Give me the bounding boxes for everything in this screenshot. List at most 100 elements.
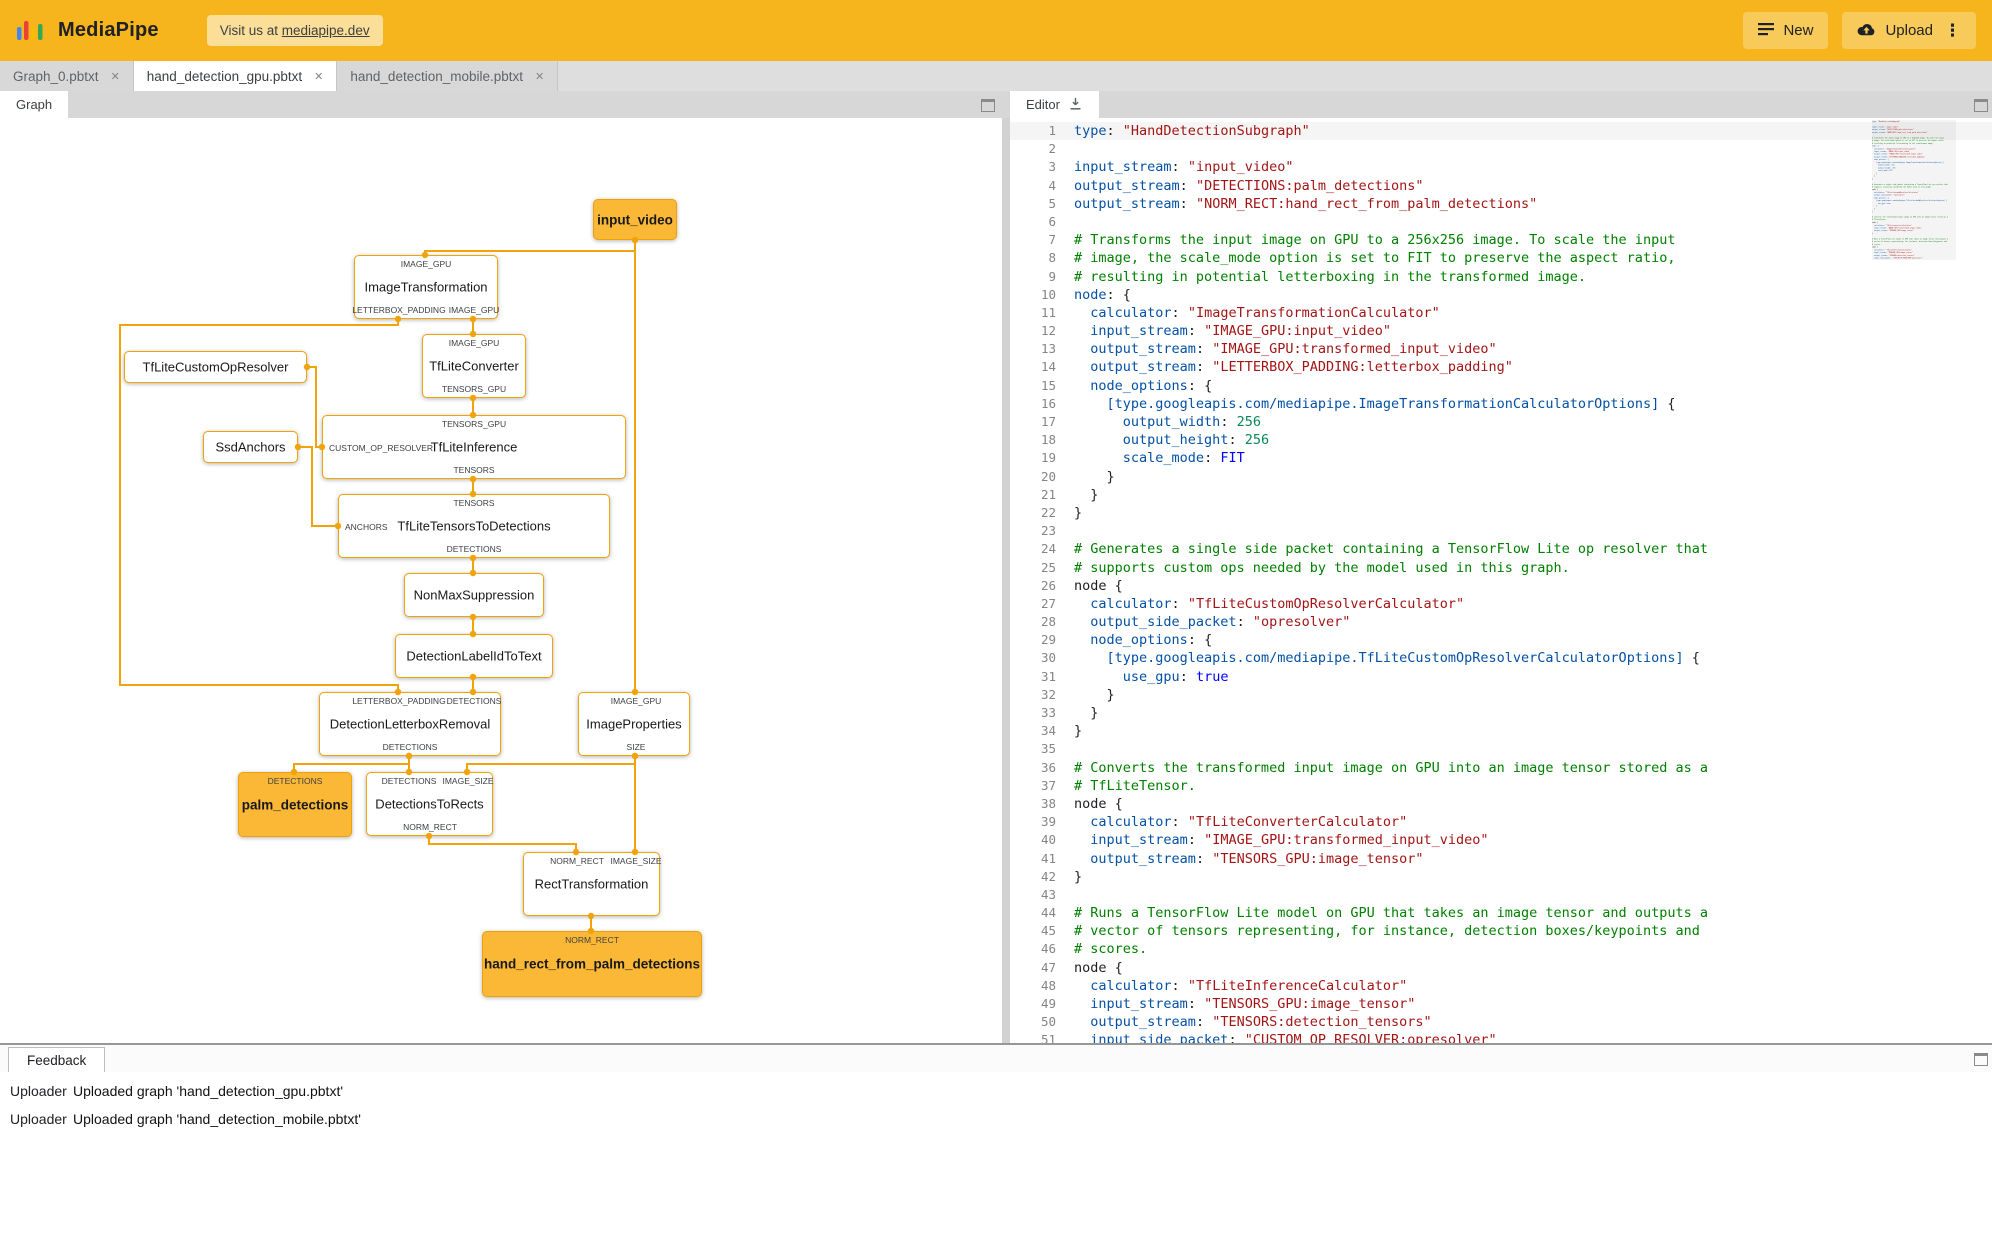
upload-menu-kebab-icon[interactable]: ⋮ <box>1944 22 1961 39</box>
graph-node-RectTransformation[interactable]: RectTransformation NORM_RECT IMAGE_SIZE <box>523 852 662 916</box>
code-line-text[interactable]: output_stream: "TENSORS_GPU:image_tensor… <box>1056 850 1423 868</box>
feedback-expand-icon[interactable] <box>1974 1053 1988 1066</box>
close-tab-icon[interactable]: ✕ <box>111 70 120 83</box>
graph-node-ImageProperties[interactable]: ImageProperties IMAGE_GPU SIZE <box>578 692 690 756</box>
code-row[interactable]: 49 input_stream: "TENSORS_GPU:image_tens… <box>1010 995 1992 1013</box>
code-row[interactable]: 31 use_gpu: true <box>1010 668 1992 686</box>
graph-node-TfLiteInference[interactable]: TfLiteInference TENSORS_GPU CUSTOM_OP_RESO… <box>322 415 626 479</box>
code-line-text[interactable]: input_stream: "TENSORS_GPU:image_tensor" <box>1056 995 1415 1013</box>
code-row[interactable]: 50 output_stream: "TENSORS:detection_ten… <box>1010 1013 1992 1031</box>
code-row[interactable]: 45 # vector of tensors representing, for … <box>1010 922 1992 940</box>
code-row[interactable]: 29 node_options: { <box>1010 631 1992 649</box>
graph-node-ImageTransformation[interactable]: ImageTransformation IMAGE_GPU LETTERBOX_PA… <box>352 255 499 319</box>
new-button[interactable]: New <box>1743 12 1829 49</box>
code-line-text[interactable]: type: "HandDetectionSubgraph" <box>1056 122 1310 140</box>
code-row[interactable]: 3 input_stream: "input_video" <box>1010 158 1992 176</box>
code-row[interactable]: 2 <box>1010 140 1992 158</box>
code-line-text[interactable]: node: { <box>1056 286 1131 304</box>
code-line-text[interactable]: calculator: "TfLiteConverterCalculator" <box>1056 813 1407 831</box>
code-line-text[interactable]: node { <box>1056 959 1123 977</box>
code-line-text[interactable]: # vector of tensors representing, for in… <box>1056 922 1700 940</box>
code-line-text[interactable]: calculator: "TfLiteCustomOpResolverCalcu… <box>1056 595 1464 613</box>
code-row[interactable]: 14 output_stream: "LETTERBOX_PADDING:let… <box>1010 358 1992 376</box>
code-line-text[interactable]: output_stream: "DETECTIONS:palm_detectio… <box>1056 177 1424 195</box>
code-line-text[interactable] <box>1056 522 1082 540</box>
code-line-text[interactable]: # supports custom ops needed by the mode… <box>1056 559 1570 577</box>
graph-node-input_video[interactable]: input_video <box>593 199 677 240</box>
graph-node-SsdAnchors[interactable]: SsdAnchors <box>203 431 298 463</box>
code-line-text[interactable]: output_side_packet: "opresolver" <box>1056 613 1350 631</box>
code-row[interactable]: 15 node_options: { <box>1010 377 1992 395</box>
code-row[interactable]: 37 # TfLiteTensor. <box>1010 777 1992 795</box>
code-line-text[interactable]: output_stream: "LETTERBOX_PADDING:letter… <box>1056 358 1513 376</box>
code-row[interactable]: 4 output_stream: "DETECTIONS:palm_detecti… <box>1010 177 1992 195</box>
code-row[interactable]: 22} <box>1010 504 1992 522</box>
code-row[interactable]: 12 input_stream: "IMAGE_GPU:input_video" <box>1010 322 1992 340</box>
graph-node-DetectionLabelIdToText[interactable]: DetectionLabelIdToText <box>395 634 553 678</box>
code-line-text[interactable]: node { <box>1056 795 1123 813</box>
close-tab-icon[interactable]: ✕ <box>535 70 544 83</box>
code-line-text[interactable]: input_stream: "IMAGE_GPU:transformed_inp… <box>1056 831 1488 849</box>
editor-minimap[interactable]: type: "HandDetectionSubgraph" input_stre… <box>1872 120 1956 1038</box>
code-line-text[interactable]: } <box>1056 504 1082 522</box>
code-row[interactable]: 20 } <box>1010 468 1992 486</box>
editor-panel-tab[interactable]: Editor <box>1010 91 1099 118</box>
code-row[interactable]: 43 <box>1010 886 1992 904</box>
code-line-text[interactable]: } <box>1056 486 1098 504</box>
code-lines[interactable]: 1 type: "HandDetectionSubgraph" 2 3 input_s… <box>1010 118 1992 1043</box>
code-row[interactable]: 6 <box>1010 213 1992 231</box>
code-row[interactable]: 47 node { <box>1010 959 1992 977</box>
code-row[interactable]: 13 output_stream: "IMAGE_GPU:transformed… <box>1010 340 1992 358</box>
code-row[interactable]: 35 <box>1010 740 1992 758</box>
code-row[interactable]: 27 calculator: "TfLiteCustomOpResolverCa… <box>1010 595 1992 613</box>
download-graph-icon[interactable] <box>1068 96 1083 114</box>
code-row[interactable]: 26 node { <box>1010 577 1992 595</box>
code-row[interactable]: 36 # Converts the transformed input image… <box>1010 759 1992 777</box>
code-row[interactable]: 34} <box>1010 722 1992 740</box>
code-line-text[interactable]: } <box>1056 722 1082 740</box>
code-line-text[interactable] <box>1056 213 1082 231</box>
code-row[interactable]: 32 } <box>1010 686 1992 704</box>
code-line-text[interactable]: output_width: 256 <box>1056 413 1261 431</box>
graph-panel-tab[interactable]: Graph <box>0 91 69 118</box>
code-row[interactable]: 33 } <box>1010 704 1992 722</box>
upload-button[interactable]: Upload ⋮ <box>1842 12 1976 49</box>
code-line-text[interactable]: calculator: "TfLiteInferenceCalculator" <box>1056 977 1407 995</box>
editor-expand-icon[interactable] <box>1974 99 1988 112</box>
code-line-text[interactable]: # TfLiteTensor. <box>1056 777 1196 795</box>
graph-node-TfLiteTensorsToDetections[interactable]: TfLiteTensorsToDetections TENSORS ANCHORS D… <box>338 494 610 558</box>
code-row[interactable]: 39 calculator: "TfLiteConverterCalculato… <box>1010 813 1992 831</box>
code-line-text[interactable]: [type.googleapis.com/mediapipe.ImageTran… <box>1056 395 1676 413</box>
code-row[interactable]: 16 [type.googleapis.com/mediapipe.ImageT… <box>1010 395 1992 413</box>
code-line-text[interactable] <box>1056 886 1082 904</box>
file-tab-hand_detection_mobile.pbtxt[interactable]: hand_detection_mobile.pbtxt ✕ <box>337 61 559 91</box>
code-line-text[interactable]: } <box>1056 704 1098 722</box>
file-tab-hand_detection_gpu.pbtxt[interactable]: hand_detection_gpu.pbtxt ✕ <box>133 61 338 91</box>
code-row[interactable]: 19 scale_mode: FIT <box>1010 449 1992 467</box>
code-line-text[interactable]: # resulting in potential letterboxing in… <box>1056 268 1586 286</box>
code-line-text[interactable]: # Runs a TensorFlow Lite model on GPU th… <box>1056 904 1708 922</box>
code-row[interactable]: 10 node: { <box>1010 286 1992 304</box>
code-line-text[interactable] <box>1056 140 1082 158</box>
graph-expand-icon[interactable] <box>981 99 995 112</box>
code-row[interactable]: 42} <box>1010 868 1992 886</box>
code-row[interactable]: 8 # image, the scale_mode option is set t… <box>1010 249 1992 267</box>
code-line-text[interactable]: calculator: "ImageTransformationCalculat… <box>1056 304 1440 322</box>
code-line-text[interactable]: input_side_packet: "CUSTOM_OP_RESOLVER:o… <box>1056 1031 1496 1043</box>
code-row[interactable]: 24 # Generates a single side packet conta… <box>1010 540 1992 558</box>
code-row[interactable]: 46 # scores. <box>1010 940 1992 958</box>
code-row[interactable]: 1 type: "HandDetectionSubgraph" <box>1010 122 1992 141</box>
graph-node-DetectionLetterboxRemoval[interactable]: DetectionLetterboxRemoval LETTERBOX_PADDI… <box>319 692 501 756</box>
code-line-text[interactable]: } <box>1056 468 1115 486</box>
graph-node-TfLiteCustomOpResolver[interactable]: TfLiteCustomOpResolver <box>124 351 307 383</box>
code-line-text[interactable]: output_stream: "TENSORS:detection_tensor… <box>1056 1013 1431 1031</box>
graph-node-TfLiteConverter[interactable]: TfLiteConverter IMAGE_GPU TENSORS_GPU <box>422 334 526 398</box>
code-row[interactable]: 7 # Transforms the input image on GPU to … <box>1010 231 1992 249</box>
code-line-text[interactable]: } <box>1056 868 1082 886</box>
code-line-text[interactable]: output_stream: "IMAGE_GPU:transformed_in… <box>1056 340 1496 358</box>
file-tab-Graph_0.pbtxt[interactable]: Graph_0.pbtxt ✕ <box>0 61 134 91</box>
code-row[interactable]: 41 output_stream: "TENSORS_GPU:image_ten… <box>1010 850 1992 868</box>
code-line-text[interactable]: input_stream: "IMAGE_GPU:input_video" <box>1056 322 1391 340</box>
code-line-text[interactable] <box>1056 740 1082 758</box>
code-row[interactable]: 38 node { <box>1010 795 1992 813</box>
